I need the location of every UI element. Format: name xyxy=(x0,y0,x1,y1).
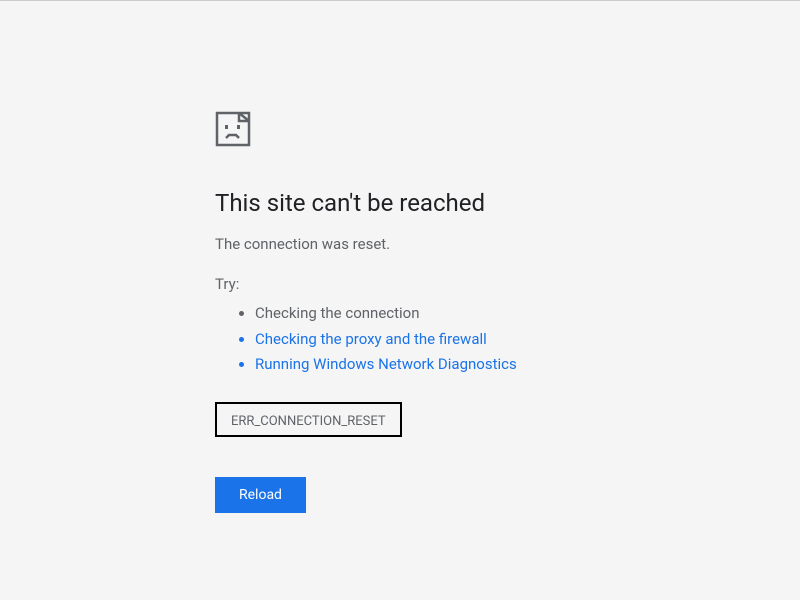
suggestions-list: Checking the connection Checking the pro… xyxy=(215,301,665,378)
suggestion-network-diagnostics-link[interactable]: Running Windows Network Diagnostics xyxy=(255,352,665,378)
error-page-content: This site can't be reached The connectio… xyxy=(215,111,665,513)
suggestion-item: Checking the connection xyxy=(255,301,665,327)
error-title: This site can't be reached xyxy=(215,189,665,217)
error-message: The connection was reset. xyxy=(215,235,665,253)
error-code: ERR_CONNECTION_RESET xyxy=(231,414,386,429)
sad-page-icon xyxy=(215,111,665,151)
reload-button[interactable]: Reload xyxy=(215,477,306,513)
suggestion-proxy-firewall-link[interactable]: Checking the proxy and the firewall xyxy=(255,327,665,353)
try-label: Try: xyxy=(215,275,665,293)
error-code-highlight-box: ERR_CONNECTION_RESET xyxy=(215,402,402,437)
